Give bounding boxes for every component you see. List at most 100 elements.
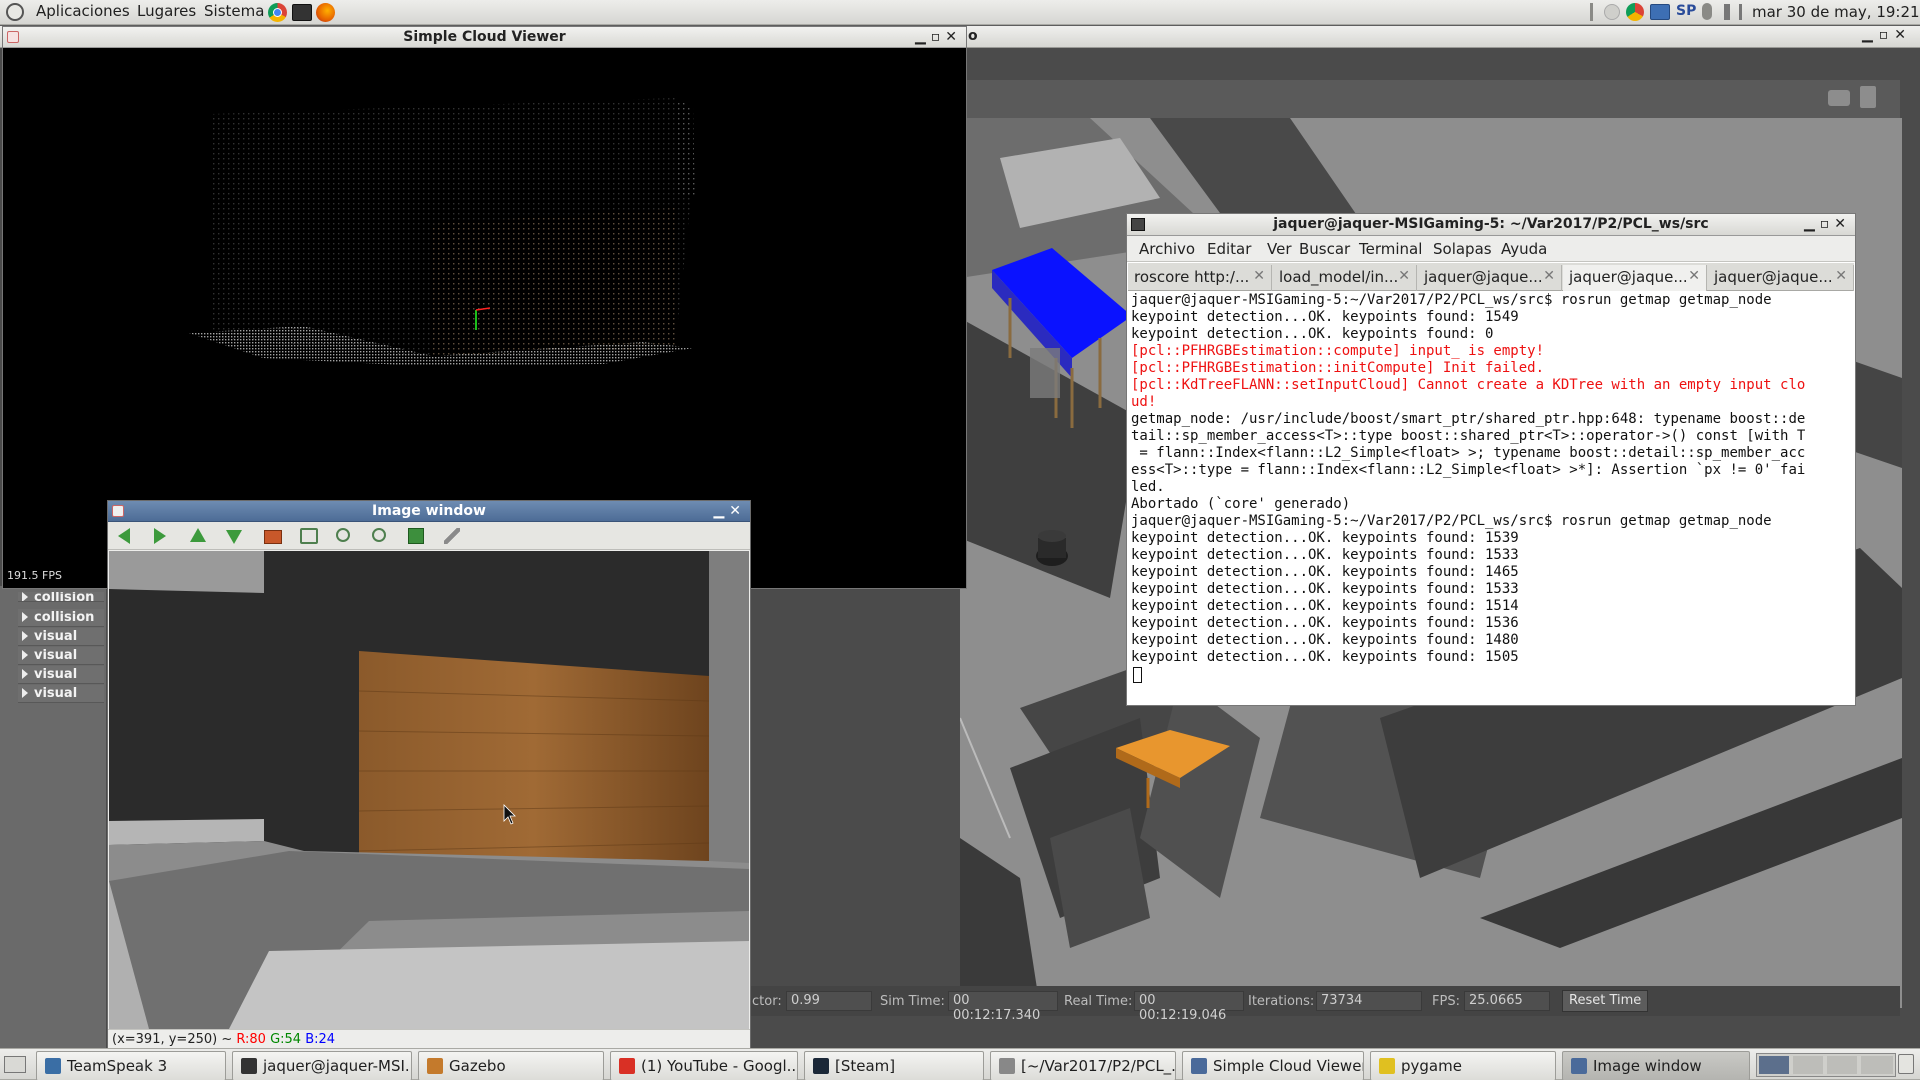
show-desktop-icon[interactable] [4, 1056, 26, 1073]
workspace-3[interactable] [1827, 1056, 1857, 1074]
menu-editar[interactable]: Editar [1207, 240, 1251, 258]
terminal-line: jaquer@jaquer-MSIGaming-5:~/Var2017/P2/P… [1131, 513, 1772, 529]
arrow-down-icon[interactable] [226, 530, 242, 544]
tab-jaquer-2[interactable]: jaquer@jaque... ✕ [1563, 265, 1707, 291]
tab-roscore[interactable]: roscore http:/... ✕ [1128, 265, 1272, 291]
window-control-buttons[interactable]: ▁▫✕ [915, 27, 962, 47]
trash-icon[interactable] [1898, 1054, 1914, 1074]
expand-icon[interactable] [22, 612, 28, 622]
iterations-value: 73734 [1316, 991, 1422, 1011]
volume-icon[interactable] [1724, 4, 1742, 20]
tree-item-collision-partial[interactable]: collision [18, 592, 104, 602]
menu-archivo[interactable]: Archivo [1139, 240, 1195, 258]
menu-sistema[interactable]: Sistema [204, 2, 264, 20]
taskbar-item[interactable]: [Steam] [804, 1051, 984, 1080]
close-tab-icon[interactable]: ✕ [1253, 268, 1265, 284]
workspace-switcher[interactable] [1756, 1053, 1896, 1077]
close-icon[interactable] [7, 31, 19, 43]
terminal-title: jaquer@jaquer-MSIGaming-5: ~/Var2017/P2/… [1273, 216, 1709, 232]
terminal-line: keypoint detection...OK. keypoints found… [1131, 632, 1519, 648]
menu-solapas[interactable]: Solapas [1433, 240, 1492, 258]
menu-terminal[interactable]: Terminal [1359, 240, 1422, 258]
screenshot-icon[interactable] [1828, 90, 1850, 106]
close-tab-icon[interactable]: ✕ [1688, 268, 1700, 284]
terminal-cursor [1133, 667, 1142, 683]
zoom-fit-icon[interactable] [300, 528, 318, 544]
taskbar-label: [Steam] [835, 1057, 896, 1075]
close-tab-icon[interactable]: ✕ [1398, 268, 1410, 284]
zoom-out-icon[interactable] [372, 528, 386, 542]
close-icon[interactable] [112, 505, 124, 517]
arrow-right-icon[interactable] [154, 528, 166, 544]
zoom-in-icon[interactable] [336, 528, 350, 542]
taskbar-label: Gazebo [449, 1057, 506, 1075]
close-tab-icon[interactable]: ✕ [1835, 268, 1847, 284]
real-time-label: Real Time: [1064, 994, 1133, 1009]
gnome-logo-icon[interactable] [6, 3, 24, 21]
top-panel: Aplicaciones Lugares Sistema SP mar 30 d… [0, 0, 1920, 25]
chrome-icon [619, 1058, 635, 1074]
taskbar-item[interactable]: Image window [1562, 1051, 1750, 1080]
network-idle-icon[interactable] [1604, 4, 1620, 20]
workspace-1[interactable] [1759, 1056, 1789, 1074]
expand-icon[interactable] [22, 688, 28, 698]
window-icon [1571, 1058, 1587, 1074]
log-icon[interactable] [1860, 86, 1876, 108]
bottom-panel: TeamSpeak 3 jaquer@jaquer-MSI... Gazebo (1)… [0, 1048, 1920, 1080]
arrow-up-icon[interactable] [190, 528, 206, 542]
tab-load-model[interactable]: load_model/in... ✕ [1273, 265, 1417, 291]
taskbar-item[interactable]: Gazebo [418, 1051, 604, 1080]
camera-image[interactable] [109, 551, 749, 1029]
clock[interactable]: mar 30 de may, 19:21 [1752, 3, 1920, 21]
chrome-launcher-icon[interactable] [268, 3, 287, 22]
menu-ayuda[interactable]: Ayuda [1501, 240, 1547, 258]
taskbar-item[interactable]: [~/Var2017/P2/PCL_... [990, 1051, 1176, 1080]
expand-icon[interactable] [22, 631, 28, 641]
window-control-buttons[interactable]: ▁✕ [714, 501, 747, 521]
chrome-tray-icon[interactable] [1626, 3, 1644, 21]
tree-item-visual-1[interactable]: visual [18, 628, 104, 646]
menu-ver[interactable]: Ver [1267, 240, 1292, 258]
expand-icon[interactable] [22, 669, 28, 679]
firefox-launcher-icon[interactable] [316, 3, 335, 22]
close-tab-icon[interactable]: ✕ [1543, 268, 1555, 284]
tree-item-collision[interactable]: collision [18, 609, 104, 627]
arrow-left-icon[interactable] [118, 528, 130, 544]
file-manager-icon [999, 1058, 1015, 1074]
terminal-launcher-icon[interactable] [292, 4, 312, 21]
taskbar-item[interactable]: Simple Cloud Viewer [1182, 1051, 1364, 1080]
save-icon[interactable] [408, 528, 424, 544]
tree-item-visual-3[interactable]: visual [18, 666, 104, 684]
tab-jaquer-1[interactable]: jaquer@jaque... ✕ [1418, 265, 1562, 291]
properties-icon[interactable] [444, 528, 460, 544]
steam-icon [813, 1058, 829, 1074]
gazebo-window-buttons[interactable]: ▁▫✕ [1862, 27, 1912, 43]
tab-jaquer-3[interactable]: jaquer@jaque... ✕ [1708, 265, 1854, 291]
reset-time-button[interactable]: Reset Time [1562, 990, 1649, 1012]
menu-lugares[interactable]: Lugares [137, 2, 196, 20]
terminal-line: = flann::Index<flann::L2_Simple<float> >… [1131, 445, 1806, 461]
workspace-2[interactable] [1793, 1056, 1823, 1074]
terminal-icon [241, 1058, 257, 1074]
terminal-line: tail::sp_member_access<T>::type boost::s… [1131, 428, 1806, 444]
workspace-4[interactable] [1861, 1056, 1893, 1074]
menu-aplicaciones[interactable]: Aplicaciones [36, 2, 130, 20]
expand-icon[interactable] [22, 650, 28, 660]
taskbar-item[interactable]: pygame [1370, 1051, 1556, 1080]
cloud-viewer-titlebar: Simple Cloud Viewer ▁▫✕ [3, 27, 966, 48]
keyboard-layout[interactable]: SP [1676, 3, 1696, 19]
microphone-icon[interactable] [1702, 3, 1712, 20]
terminal-output[interactable]: jaquer@jaquer-MSIGaming-5:~/Var2017/P2/P… [1131, 292, 1853, 702]
window-control-buttons[interactable]: ▁▫✕ [1804, 214, 1851, 234]
network-icon[interactable] [1650, 4, 1670, 20]
tree-item-visual-4[interactable]: visual [18, 685, 104, 703]
sim-time-label: Sim Time: [880, 994, 945, 1009]
image-window: Image window ▁✕ (x=391, y=250) ~ R:80 G:… [107, 500, 751, 1050]
taskbar-item[interactable]: TeamSpeak 3 [36, 1051, 226, 1080]
image-icon[interactable] [264, 530, 282, 544]
taskbar-item[interactable]: (1) YouTube - Googl... [610, 1051, 798, 1080]
taskbar-item[interactable]: jaquer@jaquer-MSI... [232, 1051, 412, 1080]
tree-item-visual-2[interactable]: visual [18, 647, 104, 665]
menu-buscar[interactable]: Buscar [1299, 240, 1350, 258]
terminal-app-icon[interactable] [1131, 218, 1145, 231]
